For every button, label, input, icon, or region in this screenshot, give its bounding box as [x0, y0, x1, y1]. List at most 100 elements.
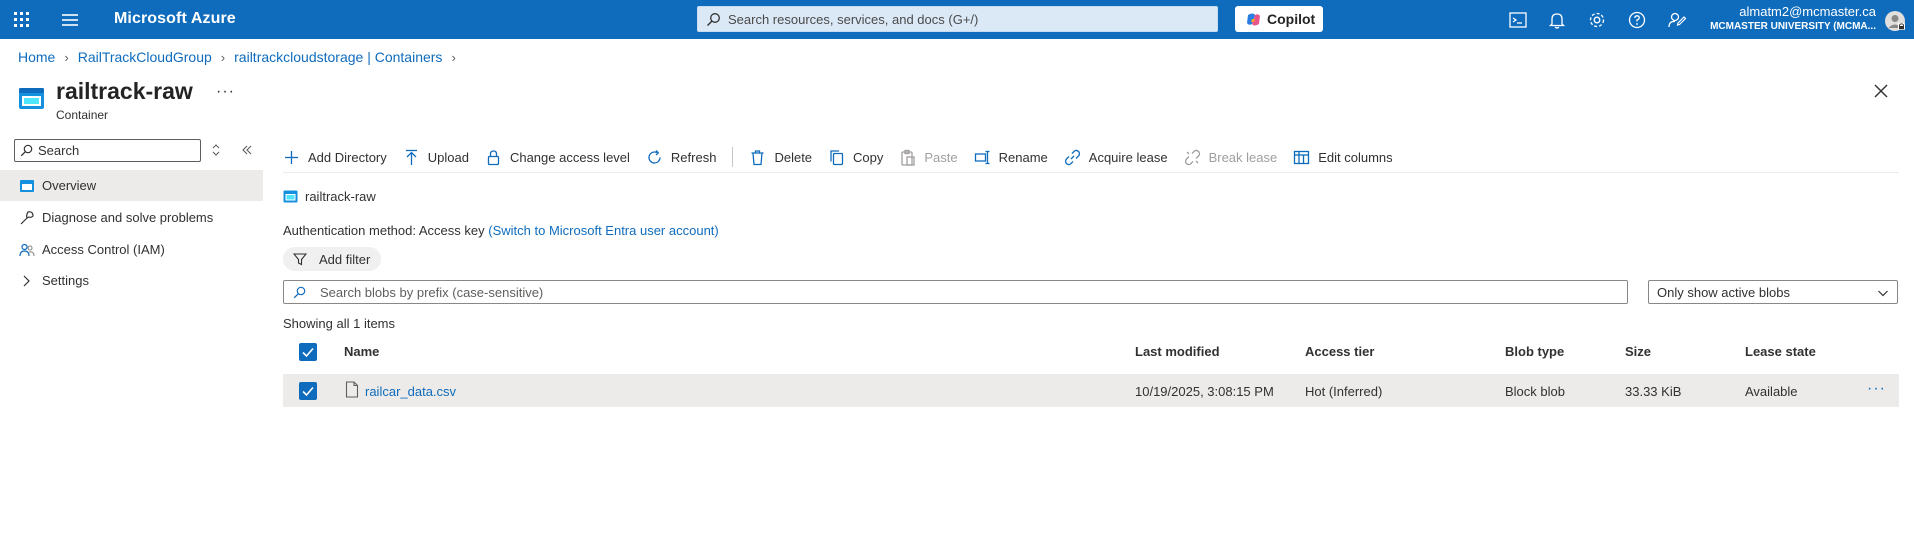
account-email: almatm2@mcmaster.ca — [1739, 4, 1876, 19]
break-lease-button[interactable]: Break lease — [1184, 149, 1278, 166]
menu-hamburger-icon[interactable] — [59, 10, 81, 29]
blob-last-modified: 10/19/2025, 3:08:15 PM — [1135, 384, 1274, 399]
add-filter-button[interactable]: Add filter — [283, 247, 381, 271]
change-access-level-button[interactable]: Change access level — [485, 149, 630, 166]
edit-columns-label: Edit columns — [1318, 149, 1393, 165]
blob-state-selected: Only show active blobs — [1657, 285, 1790, 300]
container-icon — [19, 88, 44, 109]
copy-button[interactable]: Copy — [828, 149, 883, 166]
search-icon — [293, 286, 306, 299]
sidebar-item-diagnose[interactable]: Diagnose and solve problems — [0, 202, 263, 233]
blob-search-input[interactable] — [320, 284, 1610, 301]
more-options-button[interactable]: ··· — [216, 83, 235, 101]
chevron-down-icon — [1878, 290, 1888, 297]
add-filter-label: Add filter — [319, 252, 371, 267]
checkmark-icon — [302, 347, 314, 358]
account-menu[interactable]: almatm2@mcmaster.ca MCMASTER UNIVERSITY … — [1710, 4, 1876, 34]
notifications-icon[interactable] — [1546, 9, 1568, 31]
row-more-options-button[interactable]: ··· — [1867, 380, 1886, 398]
change-access-level-label: Change access level — [509, 149, 630, 165]
column-header-access-tier[interactable]: Access tier — [1305, 344, 1374, 359]
link-icon — [1064, 149, 1080, 165]
wrench-icon — [20, 211, 34, 225]
settings-icon[interactable] — [1586, 9, 1608, 31]
column-header-blob-type[interactable]: Blob type — [1505, 344, 1564, 359]
select-all-checkbox[interactable] — [299, 343, 317, 361]
chevron-right-icon: › — [64, 49, 69, 65]
toolbar-divider-line — [283, 172, 1899, 173]
upload-button[interactable]: Upload — [403, 149, 469, 166]
row-checkbox[interactable] — [299, 382, 317, 400]
auth-method-value: Access key — [418, 223, 485, 238]
breadcrumb-home[interactable]: Home — [18, 49, 55, 65]
sidebar-search[interactable] — [14, 139, 201, 162]
blob-size: 33.33 KiB — [1625, 384, 1682, 399]
broken-link-icon — [1184, 149, 1200, 165]
blob-access-tier: Hot (Inferred) — [1305, 384, 1383, 399]
edit-columns-button[interactable]: Edit columns — [1293, 149, 1393, 166]
authentication-method: Authentication method: Access key (Switc… — [283, 223, 719, 238]
breadcrumb-storage-containers[interactable]: railtrackcloudstorage | Containers — [234, 49, 442, 65]
chevron-right-icon — [23, 275, 30, 287]
sidebar-item-label: Overview — [42, 178, 97, 193]
breadcrumb-resource-group[interactable]: RailTrackCloudGroup — [78, 49, 212, 65]
paste-icon — [901, 149, 916, 166]
delete-button[interactable]: Delete — [749, 149, 812, 166]
column-header-lease-state[interactable]: Lease state — [1745, 344, 1816, 359]
acquire-lease-label: Acquire lease — [1088, 149, 1168, 165]
plus-icon — [285, 150, 298, 164]
blob-state-dropdown[interactable]: Only show active blobs — [1648, 280, 1898, 304]
trash-icon — [751, 149, 764, 165]
container-icon — [283, 190, 298, 203]
top-navigation-bar: Microsoft Azure Copilot — [0, 0, 1914, 39]
refresh-label: Refresh — [670, 149, 717, 165]
blob-lease-state: Available — [1745, 384, 1798, 399]
paste-label: Paste — [924, 149, 958, 165]
copilot-icon — [1247, 13, 1260, 26]
avatar[interactable] — [1884, 10, 1906, 32]
app-launcher-icon[interactable] — [12, 10, 31, 29]
file-icon — [345, 381, 359, 398]
feedback-icon[interactable] — [1666, 9, 1688, 31]
add-directory-button[interactable]: Add Directory — [283, 149, 387, 166]
sidebar-item-settings[interactable]: Settings — [0, 265, 263, 296]
chevron-right-icon: › — [451, 49, 456, 65]
blob-name-link[interactable]: railcar_data.csv — [365, 384, 456, 399]
copilot-label: Copilot — [1267, 11, 1316, 27]
break-lease-label: Break lease — [1208, 149, 1278, 165]
paste-button[interactable]: Paste — [899, 149, 958, 166]
portal-brand[interactable]: Microsoft Azure — [114, 10, 236, 28]
expand-collapse-icon[interactable] — [208, 142, 224, 158]
column-header-last-modified[interactable]: Last modified — [1135, 344, 1220, 359]
help-icon[interactable] — [1626, 9, 1648, 31]
sidebar-item-label: Settings — [42, 273, 89, 288]
global-search[interactable] — [697, 6, 1218, 32]
global-search-input[interactable] — [728, 9, 1208, 29]
lock-icon — [487, 149, 500, 165]
switch-auth-link[interactable]: (Switch to Microsoft Entra user account) — [488, 223, 718, 238]
filter-icon — [293, 253, 307, 266]
account-org: MCMASTER UNIVERSITY (MCMA... — [1710, 21, 1876, 32]
sidebar-item-overview[interactable]: Overview — [0, 170, 263, 201]
refresh-button[interactable]: Refresh — [646, 149, 717, 166]
collapse-sidebar-icon[interactable] — [239, 142, 255, 158]
column-header-size[interactable]: Size — [1625, 344, 1651, 359]
upload-label: Upload — [427, 149, 469, 165]
column-header-name[interactable]: Name — [344, 344, 379, 359]
close-icon[interactable] — [1872, 82, 1890, 100]
sidebar-item-access-control[interactable]: Access Control (IAM) — [0, 234, 263, 265]
container-path: railtrack-raw — [283, 189, 376, 204]
add-directory-label: Add Directory — [308, 149, 387, 165]
upload-icon — [405, 149, 417, 165]
blob-search[interactable] — [283, 280, 1628, 304]
cloud-shell-icon[interactable] — [1507, 9, 1529, 31]
command-bar: Add Directory Upload Change access level… — [283, 146, 1409, 168]
refresh-icon — [648, 149, 661, 164]
rename-button[interactable]: Rename — [974, 149, 1048, 166]
copilot-button[interactable]: Copilot — [1235, 6, 1323, 32]
sidebar-item-label: Diagnose and solve problems — [42, 210, 214, 225]
sidebar-search-input[interactable] — [38, 142, 196, 159]
breadcrumb: Home › RailTrackCloudGroup › railtrackcl… — [18, 49, 465, 65]
search-icon — [20, 144, 33, 157]
acquire-lease-button[interactable]: Acquire lease — [1064, 149, 1168, 166]
